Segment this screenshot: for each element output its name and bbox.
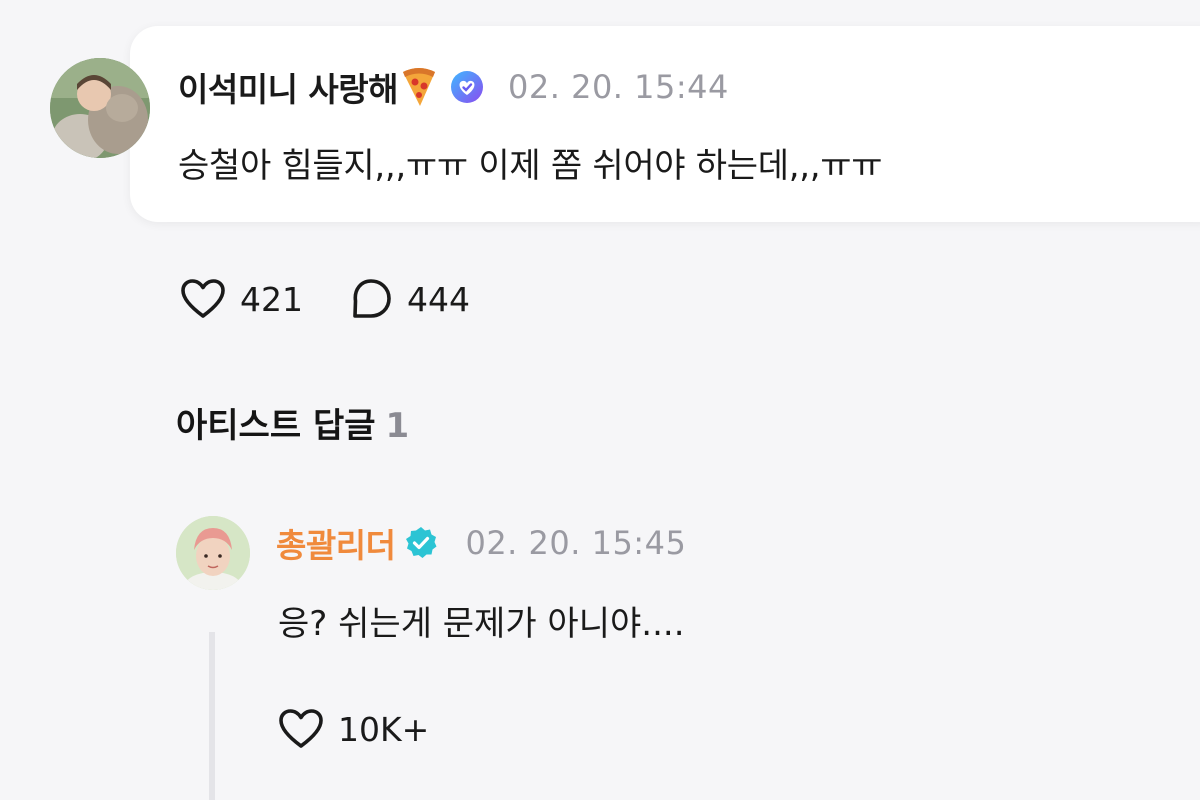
comment-button[interactable]: 444 — [349, 277, 470, 321]
artist-replies-heading: 아티스트 답글 1 — [176, 398, 409, 447]
fan-post-actions: 421 444 — [180, 272, 516, 326]
fan-username[interactable]: 이석미니 사랑해 — [178, 63, 399, 111]
heart-icon — [279, 709, 323, 748]
fan-post-text: 승철아 힘들지,,,ㅠㅠ 이제 쫌 쉬어야 하는데,,,ㅠㅠ — [178, 146, 883, 186]
heart-badge-icon — [450, 70, 484, 104]
artist-reply-text: 응? 쉬는게 문제가 아니야.... — [278, 604, 685, 644]
comment-bubble-icon — [353, 279, 391, 318]
fan-avatar-image — [50, 58, 150, 158]
thread-line — [209, 632, 215, 800]
artist-avatar[interactable] — [176, 516, 250, 590]
fan-avatar[interactable] — [50, 58, 150, 158]
verified-badge-icon — [403, 525, 439, 561]
artist-username[interactable]: 총괄리더 — [276, 519, 396, 567]
comment-count: 444 — [407, 279, 470, 319]
comment-thread-page: 이석미니 사랑해 02. 20. 15:44 승철아 힘들지,,,ㅠㅠ 이제 쫌… — [0, 0, 1200, 800]
heart-icon — [181, 279, 225, 318]
artist-reply-header: 총괄리더 02. 20. 15:45 — [276, 520, 686, 566]
artist-reply-actions: 10K+ — [278, 702, 475, 756]
pizza-icon — [400, 66, 438, 108]
artist-replies-count: 1 — [385, 406, 410, 446]
artist-like-button[interactable]: 10K+ — [278, 708, 429, 750]
fan-post-card[interactable] — [130, 26, 1200, 222]
artist-avatar-image — [176, 516, 250, 590]
artist-like-count: 10K+ — [338, 709, 430, 749]
like-count: 421 — [240, 279, 303, 319]
fan-post-timestamp: 02. 20. 15:44 — [508, 68, 729, 106]
artist-reply-timestamp: 02. 20. 15:45 — [465, 524, 687, 562]
artist-replies-title: 아티스트 답글 — [176, 406, 376, 446]
like-button[interactable]: 421 — [180, 278, 303, 320]
fan-post-header: 이석미니 사랑해 02. 20. 15:44 — [178, 62, 729, 112]
